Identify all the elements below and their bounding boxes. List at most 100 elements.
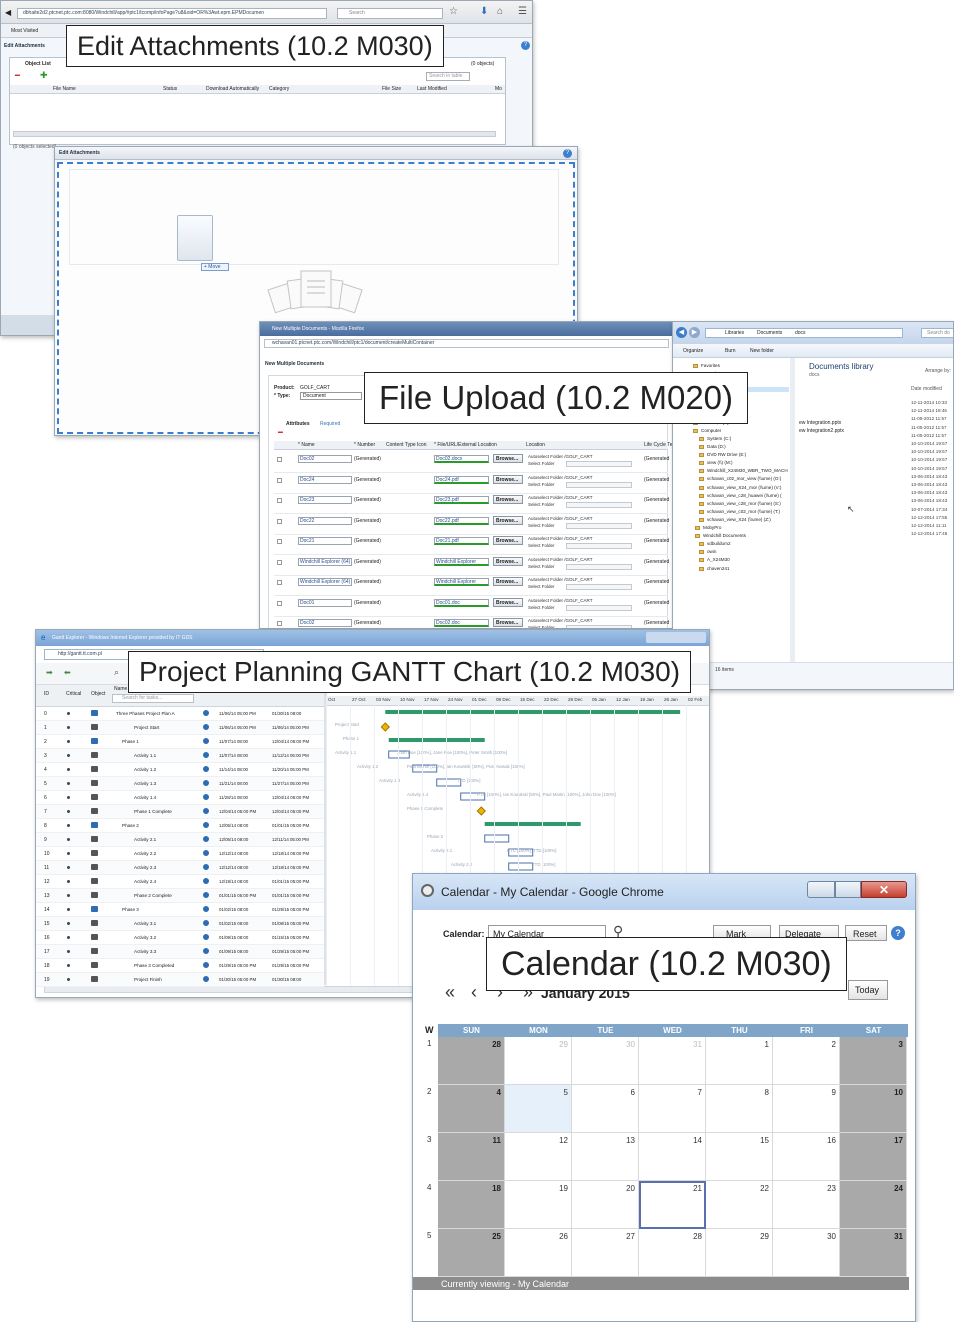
nav-item[interactable]: Windchill_X24M30_WBR_TWO_MACH [707, 468, 789, 473]
explorer-back-icon[interactable]: ◀ [676, 327, 687, 338]
col-number[interactable]: * Number [354, 442, 375, 449]
arrange-by[interactable]: Arrange by: [925, 368, 951, 375]
minimize-button[interactable] [807, 881, 835, 898]
nav-item[interactable]: Computer [701, 428, 789, 433]
nav-item[interactable]: System (C:) [707, 436, 789, 441]
col-life-cycle[interactable]: Life Cycle Te [644, 442, 673, 449]
info-icon[interactable] [203, 962, 209, 968]
nav-item[interactable]: Windchill Documents [703, 533, 789, 538]
nav-scrollbar[interactable] [790, 358, 795, 676]
info-icon[interactable] [203, 934, 209, 940]
autoselect-option[interactable]: Autoselect Folder /GOLF_CART [528, 475, 592, 480]
row-checkbox[interactable] [277, 621, 282, 626]
select-folder-option[interactable]: Select Folder [528, 523, 555, 528]
col-name[interactable]: Name [114, 686, 127, 693]
autoselect-option[interactable]: Autoselect Folder /GOLF_CART [528, 577, 592, 582]
nav-item[interactable]: vchavan_c02_mor_view (\\ume) (O:) [707, 476, 789, 481]
info-icon[interactable] [203, 710, 209, 716]
file-item[interactable]: ew Integration.pptx [799, 420, 841, 427]
breadcrumb-docs[interactable]: docs [795, 330, 806, 337]
explorer-forward-icon[interactable]: ▶ [689, 327, 700, 338]
new-folder-button[interactable]: New folder [750, 348, 774, 355]
col-content-type[interactable]: Content Type Icon [386, 442, 427, 449]
col-category[interactable]: Category [269, 86, 289, 93]
row-checkbox[interactable] [277, 559, 282, 565]
row-checkbox[interactable] [277, 518, 282, 524]
col-file-location[interactable]: * File/URL/External Location [434, 442, 497, 449]
info-icon[interactable] [203, 738, 209, 744]
prev-month-icon[interactable]: ‹ [471, 982, 477, 1003]
nav-item[interactable]: chaven241 [707, 566, 789, 571]
nav-item[interactable]: owin [707, 549, 789, 554]
breadcrumb-documents[interactable]: Documents [757, 330, 782, 337]
file-item[interactable]: ew Integration2.pptx [799, 428, 844, 435]
autoselect-option[interactable]: Autoselect Folder /GOLF_CART [528, 618, 592, 623]
outdent-icon[interactable]: ⬅ [64, 668, 71, 677]
date-modified-header[interactable]: Date modified [911, 386, 942, 393]
info-icon[interactable] [203, 752, 209, 758]
col-last-modified[interactable]: Last Modified [417, 86, 447, 93]
info-icon[interactable] [203, 878, 209, 884]
col-critical[interactable]: Critical [66, 691, 81, 698]
milestone-marker[interactable] [380, 722, 390, 732]
info-icon[interactable] [203, 836, 209, 842]
info-icon[interactable] [203, 808, 209, 814]
folder-field[interactable] [566, 461, 632, 467]
select-folder-option[interactable]: Select Folder [528, 564, 555, 569]
indent-icon[interactable]: ➡ [46, 668, 53, 677]
row-checkbox[interactable] [277, 477, 282, 483]
info-icon[interactable] [203, 794, 209, 800]
row-checkbox[interactable] [277, 498, 282, 503]
breadcrumb-libraries[interactable]: Libraries [725, 330, 744, 337]
info-icon[interactable] [203, 906, 209, 912]
row-checkbox[interactable] [277, 457, 282, 462]
info-icon[interactable] [203, 948, 209, 954]
folder-field[interactable] [566, 563, 632, 570]
nav-item[interactable]: vchavan_view_X24 (\\ume) (Z:) [707, 517, 789, 522]
menu-icon[interactable]: ☰ [518, 6, 527, 17]
folder-field[interactable] [566, 584, 632, 590]
col-file-name[interactable]: File Name [53, 86, 76, 93]
nav-item[interactable]: vdbuildum2 [707, 541, 789, 546]
autoselect-option[interactable]: Autoselect Folder /GOLF_CART [528, 495, 592, 500]
col-name[interactable]: * Name [298, 442, 315, 449]
row-checkbox[interactable] [277, 600, 282, 606]
info-icon[interactable] [203, 920, 209, 926]
maximize-button[interactable] [835, 881, 861, 898]
info-icon[interactable] [203, 724, 209, 730]
nav-item[interactable]: MobyPro [703, 525, 789, 530]
nav-item[interactable]: A_X24M30 [707, 557, 789, 562]
nav-item[interactable]: vchavan_view_c28_huawei (\\ume) ( [707, 493, 789, 498]
organize-menu[interactable]: Organize [683, 348, 703, 355]
folder-field[interactable] [566, 481, 632, 488]
autoselect-option[interactable]: Autoselect Folder /GOLF_CART [528, 454, 592, 459]
folder-field[interactable] [566, 604, 632, 611]
col-location[interactable]: Location [526, 442, 545, 449]
horizontal-scrollbar[interactable] [13, 131, 496, 137]
autoselect-option[interactable]: Autoselect Folder /GOLF_CART [528, 536, 592, 541]
select-folder-option[interactable]: Select Folder [528, 584, 555, 589]
close-button[interactable]: ✕ [861, 881, 907, 898]
home-icon[interactable]: ⌂ [497, 6, 503, 17]
help-icon[interactable]: ? [521, 41, 530, 50]
nav-item[interactable]: DVD RW Drive (E:) [707, 452, 789, 457]
info-icon[interactable] [203, 864, 209, 870]
info-icon[interactable] [203, 780, 209, 786]
info-icon[interactable] [203, 850, 209, 856]
col-status[interactable]: Status [163, 86, 177, 93]
folder-field[interactable] [566, 502, 632, 508]
summary-bar[interactable] [385, 710, 681, 714]
select-folder-option[interactable]: Select Folder [528, 482, 555, 487]
task-bar[interactable] [508, 862, 534, 871]
calendar-help-icon[interactable]: ? [891, 926, 905, 940]
info-icon[interactable] [203, 892, 209, 898]
col-id[interactable]: ID [44, 691, 49, 698]
dragged-file-icon[interactable] [177, 215, 213, 261]
nav-item[interactable]: Favorites [701, 363, 789, 368]
download-icon[interactable]: ⬇ [480, 6, 488, 17]
back-icon[interactable]: ◀ [5, 9, 11, 17]
select-folder-option[interactable]: Select Folder [528, 543, 555, 548]
info-icon[interactable] [203, 822, 209, 828]
nav-item[interactable]: vchavan_view_c02_mor (\\ume) (T:) [707, 509, 789, 514]
col-object[interactable]: Object [91, 691, 105, 698]
